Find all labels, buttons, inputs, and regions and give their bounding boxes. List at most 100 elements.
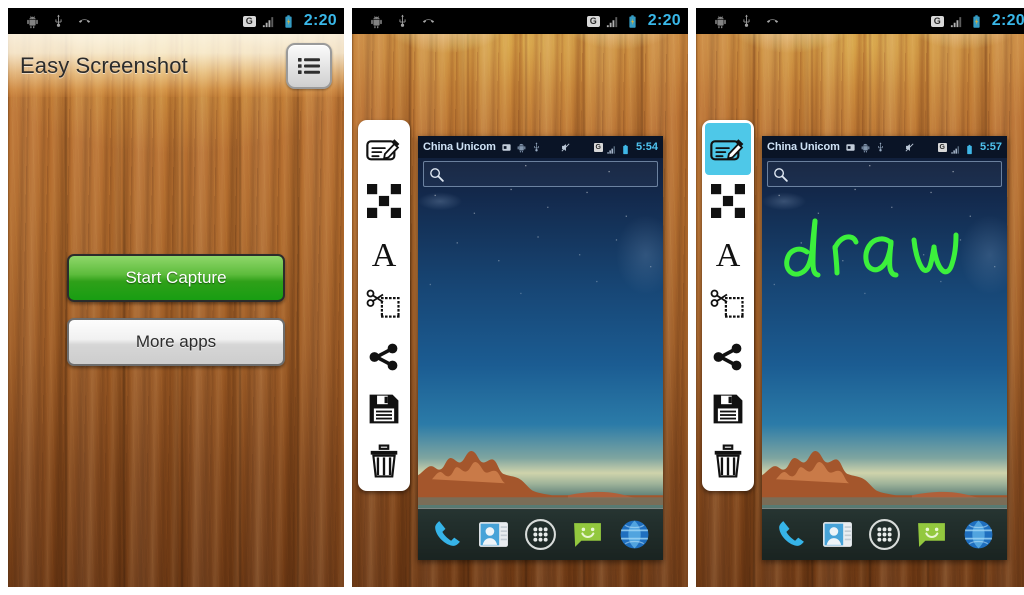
android-icon	[860, 142, 871, 153]
page-title: Easy Screenshot	[20, 52, 188, 78]
search-widget[interactable]	[767, 161, 1002, 187]
phone-status-bar: China Unicom G	[418, 136, 663, 158]
usb-icon	[739, 14, 754, 29]
mute-icon	[904, 142, 915, 153]
contacts-icon[interactable]	[821, 518, 854, 551]
android-status-bar: G 2:20	[8, 8, 344, 34]
crop-tool-button[interactable]	[705, 279, 751, 331]
floppy-save-icon	[369, 394, 399, 424]
missed-call-icon	[765, 14, 780, 29]
carrier-label: China Unicom	[767, 141, 840, 153]
usb-icon	[51, 14, 66, 29]
phone-clock: 5:54	[635, 141, 658, 153]
network-badge: G	[937, 142, 947, 152]
delete-tool-button[interactable]	[361, 435, 407, 487]
signal-bars-icon	[605, 14, 620, 29]
status-bar-left-icons	[15, 14, 92, 29]
panel-app-home: G 2:20 Easy Screenshot Start Capture Mor…	[8, 8, 344, 587]
battery-charging-icon	[281, 14, 296, 29]
scissors-crop-icon	[366, 289, 400, 318]
app-drawer-icon[interactable]	[524, 518, 557, 551]
delete-tool-button[interactable]	[705, 435, 751, 487]
pen-edit-icon	[710, 139, 744, 161]
search-widget[interactable]	[423, 161, 658, 187]
phone-status-icons	[501, 141, 571, 153]
contacts-icon[interactable]	[477, 518, 510, 551]
signal-bars-icon	[949, 14, 964, 29]
text-tool-button[interactable]: A	[705, 227, 751, 279]
messaging-icon[interactable]	[571, 518, 604, 551]
app-drawer-icon[interactable]	[868, 518, 901, 551]
svg-text:A: A	[716, 237, 741, 270]
phone-status-bar: China Unicom G	[762, 136, 1007, 158]
share-icon	[369, 343, 398, 371]
status-bar-left-icons	[359, 14, 436, 29]
text-tool-button[interactable]: A	[361, 227, 407, 279]
phone-status-right: G 5:57	[937, 141, 1002, 154]
browser-icon[interactable]	[962, 518, 995, 551]
draw-tool-button[interactable]	[705, 123, 751, 175]
messaging-icon[interactable]	[915, 518, 948, 551]
signal-bars-icon	[606, 142, 617, 154]
signal-bars-icon	[261, 14, 276, 29]
mosaic-tool-button[interactable]	[361, 175, 407, 227]
crop-tool-button[interactable]	[361, 279, 407, 331]
share-tool-button[interactable]	[705, 331, 751, 383]
android-status-bar: G 2:20	[352, 8, 688, 34]
browser-icon[interactable]	[618, 518, 651, 551]
status-bar-clock: 2:20	[647, 12, 681, 29]
mute-icon	[560, 142, 571, 153]
battery-icon	[964, 142, 975, 154]
screenshot-stage: G 2:20 Easy Screenshot Start Capture Mor…	[0, 0, 1024, 595]
battery-icon	[620, 142, 631, 154]
phone-dock	[418, 508, 663, 560]
draw-tool-button[interactable]	[361, 123, 407, 175]
status-bar-left-icons	[703, 14, 780, 29]
network-badge: G	[242, 15, 256, 27]
missed-call-icon	[77, 14, 92, 29]
captured-screenshot-preview[interactable]: China Unicom G	[418, 136, 663, 560]
network-badge: G	[593, 142, 603, 152]
phone-dock	[762, 508, 1007, 560]
usb-icon	[875, 141, 886, 153]
floppy-save-icon	[713, 394, 743, 424]
coastline-rocks	[418, 429, 663, 505]
android-icon	[713, 14, 728, 29]
mosaic-tool-button[interactable]	[705, 175, 751, 227]
carrier-label: China Unicom	[423, 141, 496, 153]
battery-charging-icon	[625, 14, 640, 29]
coastline-rocks	[762, 429, 1007, 505]
start-capture-button[interactable]: Start Capture	[67, 254, 285, 302]
network-badge: G	[930, 15, 944, 27]
phone-icon[interactable]	[430, 518, 463, 551]
usb-icon	[395, 14, 410, 29]
battery-charging-icon	[969, 14, 984, 29]
captured-screenshot-preview[interactable]: China Unicom G	[762, 136, 1007, 560]
save-tool-button[interactable]	[361, 383, 407, 435]
android-status-bar: G 2:20	[696, 8, 1024, 34]
pen-edit-icon	[366, 139, 400, 161]
status-bar-right-icons: G 2:20	[586, 12, 681, 30]
sd-card-icon	[501, 142, 512, 153]
search-icon	[430, 167, 444, 182]
status-bar-right-icons: G 2:20	[930, 12, 1024, 30]
home-button-group: Start Capture More apps	[8, 254, 344, 366]
missed-call-icon	[421, 14, 436, 29]
letter-a-icon: A	[716, 237, 741, 270]
search-icon	[774, 167, 788, 182]
svg-text:A: A	[372, 237, 397, 270]
letter-a-icon: A	[372, 237, 397, 270]
share-tool-button[interactable]	[361, 331, 407, 383]
checkerboard-icon	[711, 184, 745, 218]
save-tool-button[interactable]	[705, 383, 751, 435]
phone-status-right: G 5:54	[593, 141, 658, 154]
checkerboard-icon	[367, 184, 401, 218]
android-icon	[516, 142, 527, 153]
more-apps-button[interactable]: More apps	[67, 318, 285, 366]
editor-toolbar: A	[702, 120, 754, 491]
share-icon	[713, 343, 742, 371]
sd-card-icon	[845, 142, 856, 153]
overflow-menu-button[interactable]	[286, 42, 332, 89]
phone-icon[interactable]	[774, 518, 807, 551]
app-action-bar: Easy Screenshot	[8, 34, 344, 97]
